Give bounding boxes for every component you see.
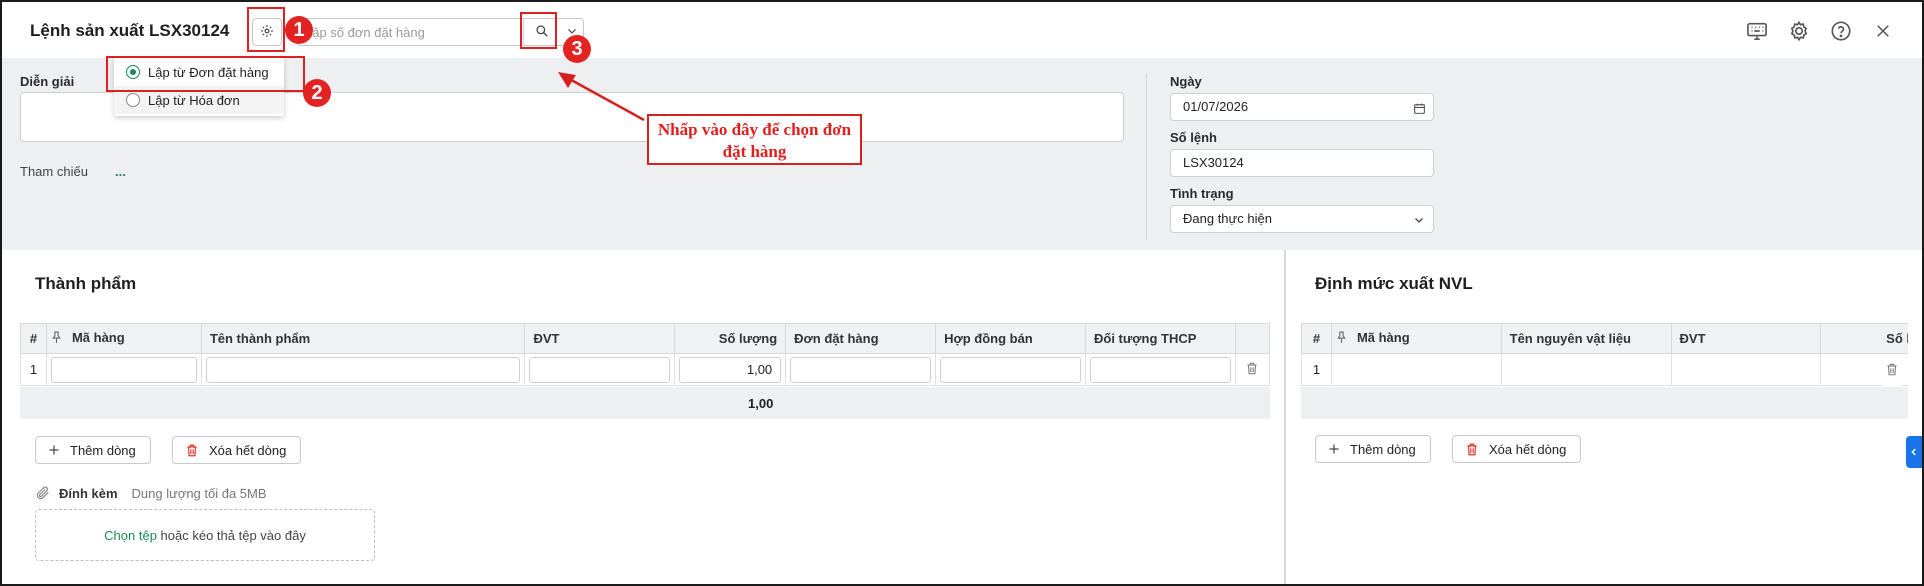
radio-unselected-icon	[126, 93, 140, 107]
dinh-muc-table-viewport: # Mã hàng Tên nguyên vật liệu ĐVT Số l 1	[1301, 323, 1908, 387]
help-button[interactable]	[1828, 19, 1854, 45]
thanh-pham-title: Thành phẩm	[35, 274, 137, 293]
vertical-divider	[1146, 74, 1147, 240]
table-header-row: # Mã hàng Tên nguyên vật liệu ĐVT Số l	[1301, 323, 1908, 354]
highlight-search	[520, 12, 557, 49]
delete-row-button[interactable]	[1882, 355, 1902, 387]
so-lenh-value: LSX30124	[1183, 155, 1244, 170]
tham-chieu-link[interactable]: ...	[115, 164, 126, 179]
keyboard-icon	[1746, 21, 1768, 44]
drop-hint: hoặc kéo thả tệp vào đây	[160, 527, 306, 543]
plus-icon	[48, 444, 60, 456]
ngay-value: 01/07/2026	[1183, 99, 1249, 114]
pin-icon[interactable]	[51, 331, 62, 347]
chevron-left-icon	[1909, 445, 1919, 460]
page-title: Lệnh sản xuất LSX30124	[30, 21, 230, 40]
tham-chieu-label: Tham chiếu	[20, 164, 88, 179]
dvt-input[interactable]	[529, 356, 671, 383]
col-ten-thanh-pham[interactable]: Tên thành phẩm	[200, 323, 526, 354]
col-ten-nguyen-vat-lieu[interactable]: Tên nguyên vật liệu	[1500, 323, 1672, 354]
table-row: 1	[1301, 353, 1908, 386]
step-badge-2: 2	[303, 79, 331, 107]
dinh-muc-table: # Mã hàng Tên nguyên vật liệu ĐVT Số l 1	[1301, 323, 1908, 386]
total-row	[1301, 387, 1908, 419]
ma-hang-cell[interactable]	[1330, 353, 1502, 386]
dien-giai-label: Diễn giải	[20, 74, 75, 89]
col-hop-dong-ban[interactable]: Hợp đồng bán	[935, 323, 1086, 354]
col-index: #	[20, 323, 47, 354]
plus-icon	[1328, 443, 1340, 455]
dvt-cell[interactable]	[1670, 353, 1822, 386]
attachment-label: Đính kèm	[59, 485, 118, 501]
col-actions	[1234, 323, 1271, 354]
annotation-callout: Nhấp vào đây để chọn đơn đặt hàng	[647, 114, 862, 165]
col-dvt[interactable]: ĐVT	[1670, 323, 1822, 354]
trash-icon	[1885, 362, 1899, 380]
question-circle-icon	[1830, 20, 1852, 45]
trash-icon	[185, 443, 199, 458]
gear-icon	[1788, 20, 1810, 45]
highlight-menu-item	[106, 56, 305, 92]
add-row-button[interactable]: Thêm dòng	[1315, 435, 1431, 463]
total-row: 1,00	[20, 387, 1270, 419]
ma-hang-input[interactable]	[50, 356, 197, 383]
col-doi-tuong-thcp[interactable]: Đối tượng THCP	[1084, 323, 1236, 354]
total-so-luong: 1,00	[748, 396, 774, 411]
choose-file-link[interactable]: Chọn tệp	[104, 528, 157, 543]
table-row: 1 1,00	[20, 353, 1271, 386]
so-lenh-field[interactable]: LSX30124	[1170, 149, 1434, 177]
col-ma-hang[interactable]: Mã hàng	[1330, 323, 1502, 354]
calendar-icon[interactable]	[1411, 100, 1427, 116]
step-badge-3: 3	[563, 35, 591, 63]
order-search-input[interactable]	[305, 19, 525, 45]
row-index: 1	[1301, 353, 1332, 386]
col-dvt[interactable]: ĐVT	[524, 323, 676, 354]
close-button[interactable]	[1870, 19, 1896, 45]
so-lenh-label: Số lệnh	[1170, 130, 1217, 145]
col-ma-hang[interactable]: Mã hàng	[45, 323, 202, 354]
hop-dong-ban-input[interactable]	[940, 356, 1081, 383]
attachment-hint: Dung lượng tối đa 5MB	[131, 485, 267, 501]
highlight-gear	[247, 7, 285, 52]
dinh-muc-title: Định mức xuất NVL	[1315, 274, 1473, 293]
chevron-down-icon	[1411, 212, 1427, 228]
ten-nvl-cell[interactable]	[1500, 353, 1672, 386]
step-badge-1: 1	[285, 16, 313, 44]
row-index: 1	[20, 353, 47, 386]
keyboard-shortcut-button[interactable]	[1744, 19, 1770, 45]
table-header-row: # Mã hàng Tên thành phẩm ĐVT Số lượng Đơ…	[20, 323, 1271, 354]
header-actions	[1744, 19, 1896, 45]
col-so-luong[interactable]: Số l	[1820, 323, 1908, 354]
col-index: #	[1301, 323, 1332, 354]
ngay-label: Ngày	[1170, 74, 1202, 89]
ngay-date-field[interactable]: 01/07/2026	[1170, 93, 1434, 121]
doi-tuong-input[interactable]	[1089, 356, 1231, 383]
tinh-trang-label: Tình trạng	[1170, 186, 1234, 201]
side-panel-toggle[interactable]	[1906, 436, 1922, 468]
thanh-pham-table: # Mã hàng Tên thành phẩm ĐVT Số lượng Đơ…	[20, 323, 1271, 386]
clear-rows-button[interactable]: Xóa hết dòng	[172, 436, 302, 464]
close-icon	[1874, 22, 1892, 43]
app-window: Lệnh sản xuất LSX30124 Lập số đơn đặt hà…	[0, 0, 1924, 586]
col-don-dat-hang[interactable]: Đơn đặt hàng	[785, 323, 937, 354]
trash-icon	[1465, 442, 1479, 457]
menu-item-label: Lập từ Hóa đơn	[148, 92, 240, 108]
tinh-trang-value: Đang thực hiện	[1183, 211, 1272, 226]
tinh-trang-select[interactable]: Đang thực hiện	[1170, 205, 1434, 233]
attachment-header: Đính kèm Dung lượng tối đa 5MB	[35, 485, 267, 501]
delete-row-button[interactable]	[1234, 353, 1271, 386]
col-so-luong[interactable]: Số lượng	[674, 323, 787, 354]
add-row-button[interactable]: Thêm dòng	[35, 436, 151, 464]
pin-icon[interactable]	[1336, 331, 1347, 347]
don-dat-hang-input[interactable]	[790, 356, 932, 383]
file-dropzone[interactable]: Chọn tệp hoặc kéo thả tệp vào đây	[35, 509, 375, 561]
clear-rows-button[interactable]: Xóa hết dòng	[1452, 435, 1582, 463]
trash-icon	[1245, 362, 1259, 379]
so-luong-input[interactable]: 1,00	[679, 356, 782, 383]
paperclip-icon	[35, 485, 51, 501]
panel-divider[interactable]	[1284, 250, 1286, 584]
settings-button[interactable]	[1786, 19, 1812, 45]
ten-thanh-pham-input[interactable]	[205, 356, 521, 383]
